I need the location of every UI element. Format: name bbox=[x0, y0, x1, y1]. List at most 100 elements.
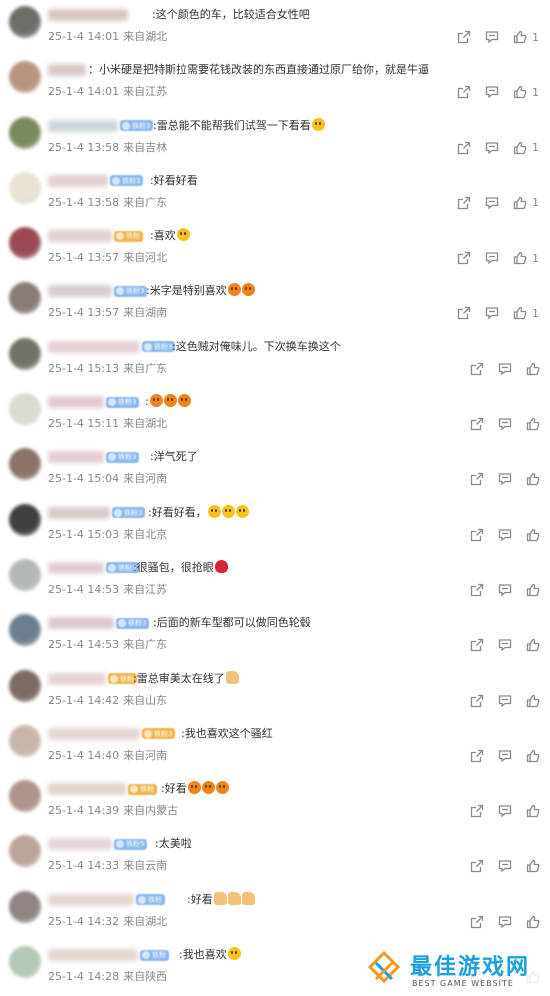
username-blurred[interactable] bbox=[48, 230, 112, 243]
share-icon[interactable] bbox=[468, 360, 486, 378]
username-blurred[interactable] bbox=[48, 64, 86, 77]
share-icon[interactable] bbox=[468, 415, 486, 433]
username[interactable]: 铁粉 bbox=[48, 946, 169, 964]
share-icon[interactable] bbox=[468, 913, 486, 931]
avatar[interactable] bbox=[9, 614, 41, 647]
like-icon[interactable] bbox=[524, 360, 542, 378]
username[interactable]: 铁粉3 bbox=[48, 172, 144, 190]
like-icon[interactable] bbox=[524, 857, 542, 875]
avatar[interactable] bbox=[9, 61, 41, 94]
comment-icon[interactable] bbox=[483, 304, 501, 322]
comment-icon[interactable] bbox=[496, 857, 514, 875]
username[interactable]: 铁粉3 bbox=[48, 559, 140, 577]
avatar[interactable] bbox=[9, 171, 41, 204]
share-icon[interactable] bbox=[468, 636, 486, 654]
share-icon[interactable] bbox=[455, 28, 473, 46]
like-icon[interactable] bbox=[524, 913, 542, 931]
comment-icon[interactable] bbox=[483, 28, 501, 46]
like-icon[interactable] bbox=[524, 415, 542, 433]
like-icon[interactable] bbox=[511, 194, 529, 212]
comment-icon[interactable] bbox=[496, 802, 514, 820]
username-blurred[interactable] bbox=[48, 561, 104, 574]
comment-icon[interactable] bbox=[496, 360, 514, 378]
like-icon[interactable] bbox=[511, 139, 529, 157]
avatar[interactable] bbox=[9, 393, 41, 426]
username-blurred[interactable] bbox=[48, 340, 140, 353]
username-blurred[interactable] bbox=[48, 672, 106, 685]
username-blurred[interactable] bbox=[48, 617, 114, 630]
username-blurred[interactable] bbox=[48, 838, 112, 851]
avatar[interactable] bbox=[9, 6, 41, 38]
like-icon[interactable] bbox=[511, 249, 529, 267]
username-blurred[interactable] bbox=[48, 119, 118, 132]
share-icon[interactable] bbox=[468, 692, 486, 710]
share-icon[interactable] bbox=[468, 747, 486, 765]
avatar[interactable] bbox=[9, 448, 41, 481]
username[interactable]: 铁粉3 bbox=[48, 338, 176, 356]
username-blurred[interactable] bbox=[48, 9, 128, 21]
avatar[interactable] bbox=[9, 724, 41, 757]
comment-icon[interactable] bbox=[483, 139, 501, 157]
like-icon[interactable] bbox=[511, 304, 529, 322]
username[interactable]: 铁粉5 bbox=[48, 835, 148, 853]
username-blurred[interactable] bbox=[48, 506, 110, 519]
like-icon[interactable] bbox=[524, 526, 542, 544]
share-icon[interactable] bbox=[455, 83, 473, 101]
share-icon[interactable] bbox=[455, 249, 473, 267]
share-icon[interactable] bbox=[468, 526, 486, 544]
avatar[interactable] bbox=[9, 282, 41, 315]
comment-icon[interactable] bbox=[496, 913, 514, 931]
like-icon[interactable] bbox=[524, 636, 542, 654]
username[interactable]: 铁粉3 bbox=[48, 448, 140, 466]
comment-icon[interactable] bbox=[496, 692, 514, 710]
comment-icon[interactable] bbox=[496, 636, 514, 654]
username[interactable]: 铁粉3 bbox=[48, 614, 150, 632]
username-blurred[interactable] bbox=[48, 783, 126, 796]
avatar[interactable] bbox=[9, 780, 41, 813]
comment-icon[interactable] bbox=[496, 470, 514, 488]
avatar[interactable] bbox=[9, 890, 41, 923]
username-blurred[interactable] bbox=[48, 727, 140, 740]
username[interactable] bbox=[48, 6, 128, 24]
avatar[interactable] bbox=[9, 337, 41, 370]
avatar[interactable] bbox=[9, 116, 41, 149]
avatar[interactable] bbox=[9, 558, 41, 591]
username[interactable]: 铁粉3 bbox=[48, 282, 148, 300]
username-blurred[interactable] bbox=[48, 285, 112, 298]
share-icon[interactable] bbox=[468, 470, 486, 488]
comment-icon[interactable] bbox=[496, 415, 514, 433]
username[interactable]: 铁粉 bbox=[48, 670, 137, 688]
like-icon[interactable] bbox=[524, 802, 542, 820]
username[interactable]: 铁粉 bbox=[48, 780, 157, 798]
like-icon[interactable] bbox=[524, 470, 542, 488]
avatar[interactable] bbox=[9, 227, 41, 260]
comment-icon[interactable] bbox=[496, 581, 514, 599]
like-icon[interactable] bbox=[511, 83, 529, 101]
comment-icon[interactable] bbox=[496, 747, 514, 765]
avatar[interactable] bbox=[9, 835, 41, 868]
avatar[interactable] bbox=[9, 946, 41, 979]
username-blurred[interactable] bbox=[48, 893, 134, 906]
share-icon[interactable] bbox=[455, 304, 473, 322]
comment-icon[interactable] bbox=[483, 194, 501, 212]
username[interactable]: 铁粉3 bbox=[48, 117, 154, 135]
username[interactable]: 铁粉3 bbox=[48, 725, 176, 743]
username[interactable]: 铁粉3 bbox=[48, 504, 146, 522]
like-icon[interactable] bbox=[524, 581, 542, 599]
share-icon[interactable] bbox=[468, 857, 486, 875]
share-icon[interactable] bbox=[468, 802, 486, 820]
like-icon[interactable] bbox=[511, 28, 529, 46]
avatar[interactable] bbox=[9, 669, 41, 702]
username-blurred[interactable] bbox=[48, 451, 104, 464]
username[interactable]: 铁粉 bbox=[48, 227, 143, 245]
username-blurred[interactable] bbox=[48, 396, 104, 409]
username[interactable]: 铁粉 bbox=[48, 891, 165, 909]
like-icon[interactable] bbox=[524, 692, 542, 710]
username[interactable] bbox=[48, 61, 86, 79]
username-blurred[interactable] bbox=[48, 174, 108, 187]
like-icon[interactable] bbox=[524, 747, 542, 765]
comment-icon[interactable] bbox=[483, 83, 501, 101]
username[interactable]: 铁粉3 bbox=[48, 393, 140, 411]
share-icon[interactable] bbox=[455, 139, 473, 157]
share-icon[interactable] bbox=[455, 194, 473, 212]
